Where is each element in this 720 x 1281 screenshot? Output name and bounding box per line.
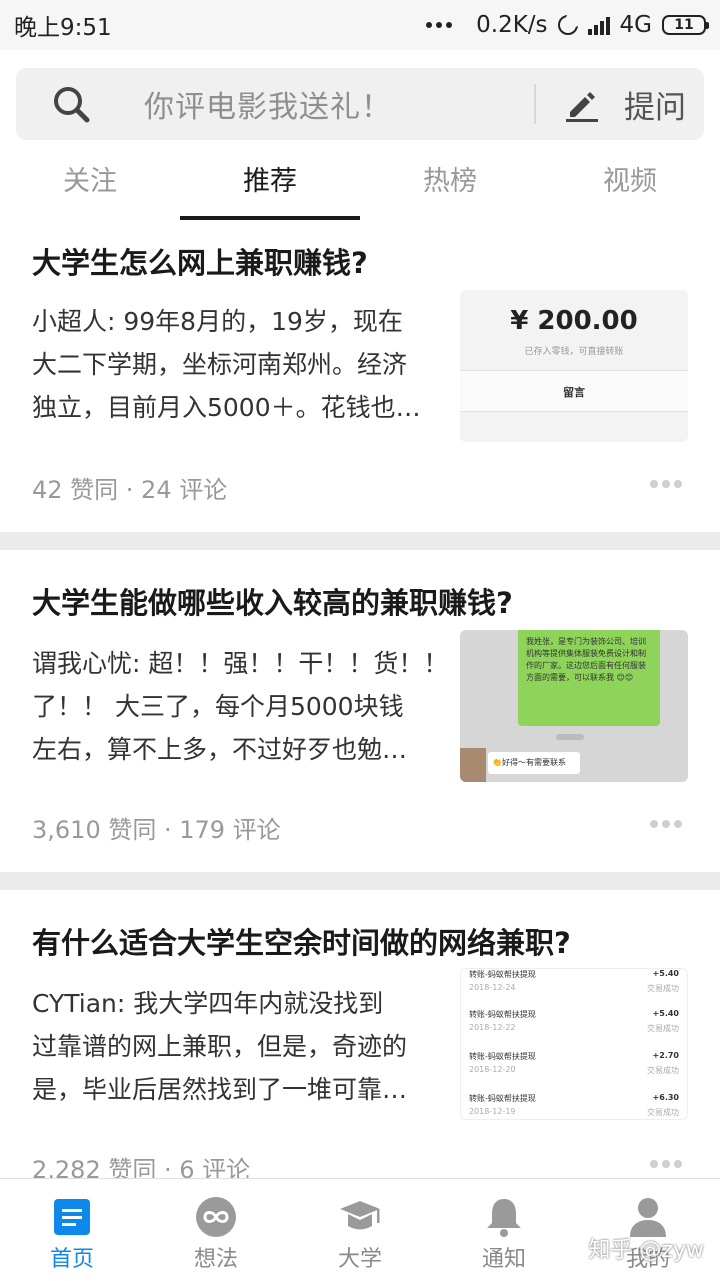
nav-label: 通知: [481, 1247, 526, 1272]
txn-date: 2018-12-20: [469, 1065, 516, 1074]
watermark: 知乎 @zyw: [588, 1238, 704, 1263]
txn-status: 交易成功: [647, 984, 679, 993]
thumb-amount: ¥ 200.00: [510, 306, 638, 336]
tab-recommend[interactable]: 推荐: [180, 154, 360, 220]
excerpt-line: CYTian: 我大学四年内就没找到: [32, 989, 384, 1018]
excerpt-line: 独立，目前月入5000＋。花钱也…: [32, 393, 421, 422]
txn-amount: +2.70: [652, 1051, 679, 1060]
card-title[interactable]: 大学生怎么网上兼职赚钱?: [32, 240, 368, 282]
search-input[interactable]: 你评电影我送礼！: [144, 82, 392, 126]
tab-follow[interactable]: 关注: [0, 154, 180, 220]
feed-card[interactable]: 有什么适合大学生空余时间做的网络兼职? CYTian: 我大学四年内就没找到 过…: [0, 890, 720, 1190]
battery-icon: 11: [662, 15, 709, 35]
status-time: 晚上9:51: [14, 15, 112, 41]
nav-profile[interactable]: 我的: [576, 1179, 720, 1281]
network-type: 4G: [619, 12, 652, 38]
excerpt-line: 左右，算不上多，不过好歹也勉…: [32, 735, 408, 764]
app-header: 你评电影我送礼！ 提问 关注 推荐 热榜 视频: [0, 50, 720, 220]
txn-name: 转账-蚂蚁帮扶提现: [469, 1010, 536, 1019]
excerpt-line: 小超人: 99年8月的，19岁，现在: [32, 307, 403, 336]
transaction-row: 转账-蚂蚁帮扶提现 2018-12-20 +2.70 交易成功: [469, 1051, 679, 1091]
excerpt-line: 是，毕业后居然找到了一堆可靠…: [32, 1075, 408, 1104]
more-options-icon[interactable]: [650, 820, 684, 830]
avatar: [460, 748, 486, 782]
pencil-icon[interactable]: [564, 86, 600, 122]
nav-label: 首页: [49, 1247, 94, 1272]
infinity-icon: [196, 1197, 236, 1237]
excerpt-line: 了！！ 大三了，每个月5000块钱: [32, 692, 404, 721]
txn-name: 转账-蚂蚁帮扶提现: [469, 1094, 536, 1103]
txn-date: 2018-12-19: [469, 1107, 516, 1116]
chat-reply: 👏好得～有需要联系: [488, 752, 580, 774]
tab-hot[interactable]: 热榜: [360, 154, 540, 220]
status-bar: 晚上9:51 0.2K/s 4G 11: [0, 0, 720, 50]
thumb-subtext: 已存入零钱，可直接转账: [524, 347, 624, 357]
transaction-row: 转账-蚂蚁帮扶提现 2018-12-19 +6.30 交易成功: [469, 1093, 679, 1119]
txn-status: 交易成功: [647, 1108, 679, 1117]
card-excerpt[interactable]: 小超人: 99年8月的，19岁，现在 大二下学期，坐标河南郑州。经济 独立，目前…: [32, 300, 442, 429]
txn-amount: +6.30: [652, 1093, 679, 1102]
transaction-row: 转账-蚂蚁帮扶提现 2018-12-24 +5.40 交易成功: [469, 969, 679, 1009]
network-speed: 0.2K/s: [476, 12, 548, 38]
more-notifications-icon: [426, 22, 453, 28]
txn-amount: +5.40: [652, 1009, 679, 1018]
nav-home[interactable]: 首页: [0, 1179, 144, 1281]
excerpt-line: 过靠谱的网上兼职，但是，奇迹的: [32, 1032, 408, 1061]
feed-card[interactable]: 大学生怎么网上兼职赚钱? 小超人: 99年8月的，19岁，现在 大二下学期，坐标…: [0, 220, 720, 532]
tab-video[interactable]: 视频: [540, 154, 720, 220]
thumb-button: 留言: [563, 386, 585, 399]
search-bar[interactable]: 你评电影我送礼！ 提问: [16, 68, 704, 140]
card-title[interactable]: 有什么适合大学生空余时间做的网络兼职?: [32, 920, 571, 962]
card-excerpt[interactable]: 谓我心忧: 超！！强！！干！！货！！ 了！！ 大三了，每个月5000块钱 左右，…: [32, 642, 442, 771]
txn-amount: +5.40: [652, 969, 679, 978]
nav-label: 大学: [337, 1247, 382, 1272]
excerpt-line: 大二下学期，坐标河南郑州。经济: [32, 350, 408, 379]
search-divider: [534, 84, 536, 124]
nav-notifications[interactable]: 通知: [432, 1179, 576, 1281]
chat-bubble: 我姓张，是专门为装饰公司、培训机构等提供集体服装免费设计和制作的厂家。这边您后面…: [518, 630, 660, 726]
ask-question-button[interactable]: 提问: [624, 82, 686, 127]
feed-card[interactable]: 大学生能做哪些收入较高的兼职赚钱? 谓我心忧: 超！！强！！干！！货！！ 了！！…: [0, 550, 720, 872]
card-meta: 42 赞同 · 24 评论: [32, 476, 228, 504]
txn-date: 2018-12-24: [469, 983, 516, 992]
bottom-navigation: 首页 想法 大学 通知 我的: [0, 1178, 720, 1281]
bell-icon: [487, 1199, 521, 1237]
home-list-icon: [54, 1199, 90, 1235]
transaction-row: 转账-蚂蚁帮扶提现 2018-12-22 +5.40 交易成功: [469, 1009, 679, 1049]
card-meta: 3,610 赞同 · 179 评论: [32, 816, 281, 844]
nav-ideas[interactable]: 想法: [144, 1179, 288, 1281]
card-excerpt[interactable]: CYTian: 我大学四年内就没找到 过靠谱的网上兼职，但是，奇迹的 是，毕业后…: [32, 982, 442, 1111]
card-thumbnail[interactable]: 转账-蚂蚁帮扶提现 2018-12-24 +5.40 交易成功 转账-蚂蚁帮扶提…: [460, 968, 688, 1120]
txn-status: 交易成功: [647, 1024, 679, 1033]
feed-tabs: 关注 推荐 热榜 视频: [0, 154, 720, 220]
txn-name: 转账-蚂蚁帮扶提现: [469, 970, 536, 979]
more-options-icon[interactable]: [650, 1160, 684, 1170]
txn-date: 2018-12-22: [469, 1023, 516, 1032]
do-not-disturb-icon: [557, 11, 582, 35]
card-title[interactable]: 大学生能做哪些收入较高的兼职赚钱?: [32, 580, 513, 622]
excerpt-line: 谓我心忧: 超！！强！！干！！货！！: [32, 649, 442, 678]
graduation-cap-icon: [340, 1201, 380, 1230]
nav-university[interactable]: 大学: [288, 1179, 432, 1281]
card-thumbnail[interactable]: ¥ 200.00 已存入零钱，可直接转账 留言: [460, 290, 688, 442]
search-icon: [54, 87, 90, 123]
more-options-icon[interactable]: [650, 480, 684, 490]
battery-level: 11: [674, 17, 694, 33]
txn-status: 交易成功: [647, 1066, 679, 1075]
nav-label: 想法: [193, 1247, 238, 1272]
txn-name: 转账-蚂蚁帮扶提现: [469, 1052, 536, 1061]
chat-divider: [556, 734, 584, 740]
signal-icon: [587, 15, 610, 35]
card-thumbnail[interactable]: 我姓张，是专门为装饰公司、培训机构等提供集体服装免费设计和制作的厂家。这边您后面…: [460, 630, 688, 782]
